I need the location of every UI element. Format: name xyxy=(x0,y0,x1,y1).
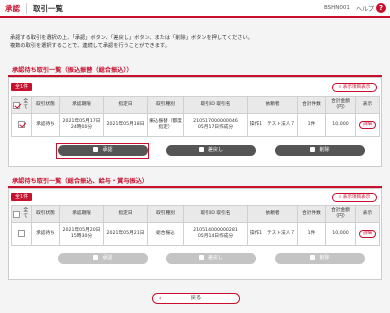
return-button[interactable]: 差戻し xyxy=(166,145,256,156)
section1-table: 全て 取引状態 承認期限 指定日 取引種別 取引ID 取引名 依頼者 合計件数 … xyxy=(11,96,380,137)
cell-amount: 10,000 xyxy=(325,113,356,137)
transaction-name: 05月14日作成分 xyxy=(197,234,234,239)
th-deadline: 承認期限 xyxy=(59,96,104,114)
th-requester: 依頼者 xyxy=(247,96,298,114)
return-button-disabled[interactable]: 差戻し xyxy=(166,253,256,264)
select-all-checkbox[interactable] xyxy=(13,101,20,109)
instruction-line-2: 複数の取引を選択することで、連続して承認を行うことができます。 xyxy=(10,43,170,49)
th-date: 指定日 xyxy=(103,96,148,114)
cell-deadline: 2021年05月20日 15時30分 xyxy=(59,222,104,246)
return-label: 差戻し xyxy=(207,255,223,261)
th-count: 合計件数 xyxy=(297,96,326,114)
row-checkbox[interactable] xyxy=(18,120,25,128)
instruction-line-1: 承認する取引を選択の上、「承認」ボタン、「差戻し」ボタン、または「削除」ボタンを… xyxy=(10,35,253,41)
table-row[interactable]: 承認待ち 2021年05月20日 15時30分 2021年05月21日 総合振込… xyxy=(11,222,380,246)
cell-count: 1件 xyxy=(297,113,326,137)
chevron-left-icon: ‹ xyxy=(159,295,162,302)
cell-requester: 操作1 テスト法人７ xyxy=(247,222,298,246)
transaction-name: 05月17日作成分 xyxy=(197,125,234,130)
approve-label: 承認 xyxy=(102,147,113,153)
app-name: 承認 xyxy=(5,4,20,13)
th-amount: 合計金額（円） xyxy=(325,96,356,114)
th-count: 合計件数 xyxy=(297,205,326,223)
approve-button-disabled[interactable]: 承認 xyxy=(58,253,148,264)
section2-count-badge: 全1件 xyxy=(11,193,33,201)
th-status: 取引状態 xyxy=(31,205,60,223)
delete-label: 削除 xyxy=(319,255,330,261)
return-icon xyxy=(198,255,204,260)
app-header: 承認 取引一覧 BSHN001 ヘルプ ? xyxy=(0,0,390,18)
th-status: 取引状態 xyxy=(31,96,60,114)
cell-amount: 10,000 xyxy=(325,222,356,246)
table-row[interactable]: 承認待ち 2021年05月17日 24時00分 2021年05月18日 振込振替… xyxy=(11,113,380,137)
approve-button[interactable]: 承認 xyxy=(58,145,148,156)
return-icon xyxy=(198,147,204,152)
th-transaction-id: 取引ID 取引名 xyxy=(183,205,248,223)
th-date: 指定日 xyxy=(103,205,148,223)
section1-count-badge: 全1件 xyxy=(11,83,33,91)
section1-title: 承認待ち取引一覧（振込振替（総合振込）） xyxy=(12,67,133,74)
return-label: 差戻し xyxy=(207,147,223,153)
detail-button[interactable]: 詳細 xyxy=(359,230,376,238)
select-all-checkbox[interactable] xyxy=(13,210,20,218)
cell-requester: 操作1 テスト法人７ xyxy=(247,113,298,137)
cell-view: 詳細 xyxy=(355,222,380,246)
th-amount: 合計金額（円） xyxy=(325,205,356,223)
back-button[interactable]: ‹ 戻る xyxy=(152,293,240,304)
cell-count: 1件 xyxy=(297,222,326,246)
th-requester: 依頼者 xyxy=(247,205,298,223)
back-label: 戻る xyxy=(190,295,202,301)
th-view: 表示 xyxy=(355,205,380,223)
document-icon xyxy=(93,255,99,260)
cell-type: 振込振替（都度指定） xyxy=(147,113,184,137)
th-type: 取引種別 xyxy=(147,205,184,223)
help-link[interactable]: ヘルプ xyxy=(356,4,374,13)
table-header-row: 全て 取引状態 承認期限 指定日 取引種別 取引ID 取引名 依頼者 合計件数 … xyxy=(11,205,380,223)
section2-title: 承認待ち取引一覧（総合振込、給与・賞与振込） xyxy=(12,178,149,185)
document-icon xyxy=(93,147,99,152)
section1-column-settings-label: 表示項目表示 xyxy=(342,85,371,90)
section2-column-settings-button[interactable]: ⌕ 表示項目表示 xyxy=(332,193,377,202)
th-deadline: 承認期限 xyxy=(59,205,104,223)
cell-status: 承認待ち xyxy=(31,113,60,137)
delete-button-disabled[interactable]: 削除 xyxy=(275,253,365,264)
section2-table: 全て 取引状態 承認期限 指定日 取引種別 取引ID 取引名 依頼者 合計件数 … xyxy=(11,205,380,246)
cell-deadline: 2021年05月17日 24時00分 xyxy=(59,113,104,137)
th-view: 表示 xyxy=(355,96,380,114)
delete-label: 削除 xyxy=(319,147,330,153)
cell-type: 総合振込 xyxy=(147,222,184,246)
cell-date: 2021年05月21日 xyxy=(103,222,148,246)
page-title: 取引一覧 xyxy=(33,4,63,13)
trash-icon xyxy=(310,255,316,260)
th-select-all[interactable]: 全て xyxy=(11,96,32,114)
cell-transaction-id: 210517000000046 05月17日作成分 xyxy=(183,113,248,137)
header-divider xyxy=(26,3,27,14)
table-header-row: 全て 取引状態 承認期限 指定日 取引種別 取引ID 取引名 依頼者 合計件数 … xyxy=(11,96,380,114)
select-all-label: 全て xyxy=(23,98,29,110)
screen-code: BSHN001 xyxy=(324,5,350,11)
row-checkbox[interactable] xyxy=(18,229,25,237)
th-type: 取引種別 xyxy=(147,96,184,114)
cell-status: 承認待ち xyxy=(31,222,60,246)
section2-column-settings-label: 表示項目表示 xyxy=(342,195,371,200)
cell-date: 2021年05月18日 xyxy=(103,113,148,137)
delete-button[interactable]: 削除 xyxy=(275,145,365,156)
approve-label: 承認 xyxy=(102,255,113,261)
detail-button[interactable]: 詳細 xyxy=(359,121,376,129)
section1-column-settings-button[interactable]: ⌕ 表示項目表示 xyxy=(332,83,377,92)
cell-transaction-id: 210514000000281 05月14日作成分 xyxy=(183,222,248,246)
select-all-label: 全て xyxy=(23,207,29,219)
th-select-all[interactable]: 全て xyxy=(11,205,32,223)
cell-view: 詳細 xyxy=(355,113,380,137)
help-icon[interactable]: ? xyxy=(376,3,386,13)
th-transaction-id: 取引ID 取引名 xyxy=(183,96,248,114)
trash-icon xyxy=(310,147,316,152)
